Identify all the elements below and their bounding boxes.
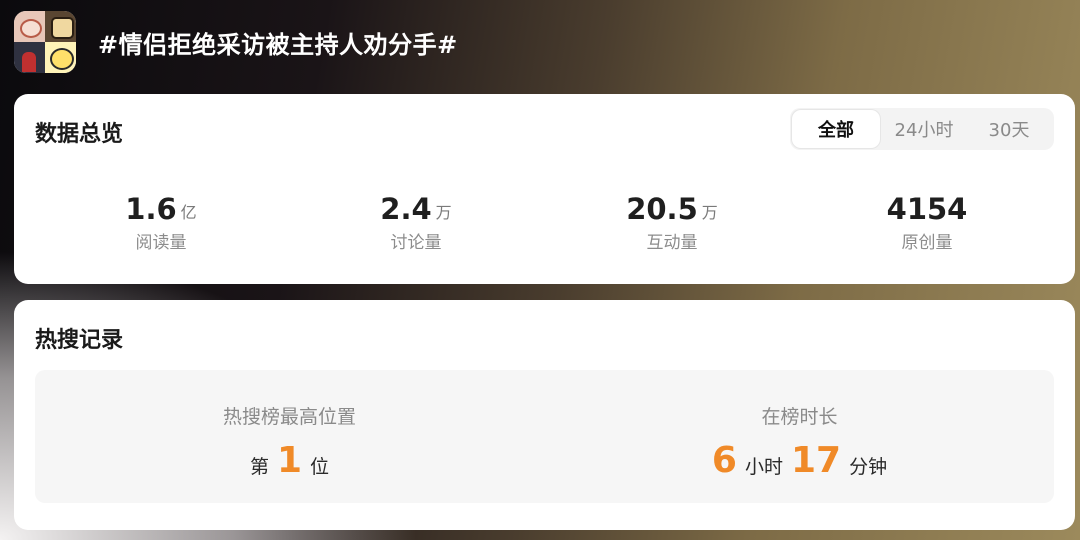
topic-header: #情侣拒绝采访被主持人劝分手# <box>14 11 458 73</box>
stat-unit: 万 <box>701 203 718 222</box>
stat-read-count: 1.6 亿 阅读量 <box>51 192 271 253</box>
duration-hours: 6 <box>711 440 737 481</box>
tab-30d[interactable]: 30天 <box>968 110 1050 148</box>
thumbnail-tile <box>45 11 76 42</box>
stat-value: 4154 <box>886 192 968 226</box>
stat-original-count: 4154 原创量 <box>817 192 1037 253</box>
stat-value: 1.6 <box>125 192 177 226</box>
stat-discussion-count: 2.4 万 讨论量 <box>306 192 526 253</box>
data-overview-card: 数据总览 全部 24小时 30天 1.6 亿 阅读量 2.4 万 讨论量 20.… <box>14 94 1075 284</box>
hot-record-title: 热搜记录 <box>35 328 124 353</box>
duration-label: 在榜时长 <box>761 406 838 428</box>
overview-title: 数据总览 <box>35 122 124 147</box>
duration-block: 在榜时长 6 小时 17 分钟 <box>545 370 1054 503</box>
highest-position-block: 热搜榜最高位置 第 1 位 <box>35 370 544 503</box>
hot-record-panel: 热搜榜最高位置 第 1 位 在榜时长 6 小时 17 分钟 <box>35 370 1054 503</box>
hot-search-record-card: 热搜记录 热搜榜最高位置 第 1 位 在榜时长 6 小时 17 分钟 <box>14 300 1075 530</box>
stats-row: 1.6 亿 阅读量 2.4 万 讨论量 20.5 万 互动量 4154 原创量 <box>14 192 1075 256</box>
rank-suffix: 位 <box>310 456 330 478</box>
tab-all[interactable]: 全部 <box>792 110 880 148</box>
stat-label: 讨论量 <box>390 233 442 253</box>
thumbnail-tile <box>45 42 76 73</box>
thumbnail-tile <box>14 11 45 42</box>
tab-24h[interactable]: 24小时 <box>880 110 968 148</box>
stat-unit: 亿 <box>180 203 197 222</box>
topic-thumbnail-icon[interactable] <box>14 11 76 73</box>
stat-value: 20.5 <box>626 192 698 226</box>
stat-label: 阅读量 <box>135 233 187 253</box>
highest-position-label: 热搜榜最高位置 <box>222 406 356 428</box>
topic-title: #情侣拒绝采访被主持人劝分手# <box>98 30 458 59</box>
time-range-tabs: 全部 24小时 30天 <box>790 108 1054 150</box>
duration-hours-unit: 小时 <box>744 456 783 478</box>
highest-position-value: 第 1 位 <box>35 440 544 482</box>
stat-value: 2.4 <box>380 192 432 226</box>
thumbnail-tile <box>14 42 45 73</box>
duration-minutes: 17 <box>790 440 842 481</box>
stat-unit: 万 <box>435 203 452 222</box>
duration-value: 6 小时 17 分钟 <box>545 440 1054 482</box>
rank-prefix: 第 <box>249 456 269 478</box>
rank-number: 1 <box>276 440 303 481</box>
duration-minutes-unit: 分钟 <box>849 456 888 478</box>
stat-label: 互动量 <box>646 233 698 253</box>
stat-interaction-count: 20.5 万 互动量 <box>562 192 782 253</box>
stat-label: 原创量 <box>901 233 953 253</box>
